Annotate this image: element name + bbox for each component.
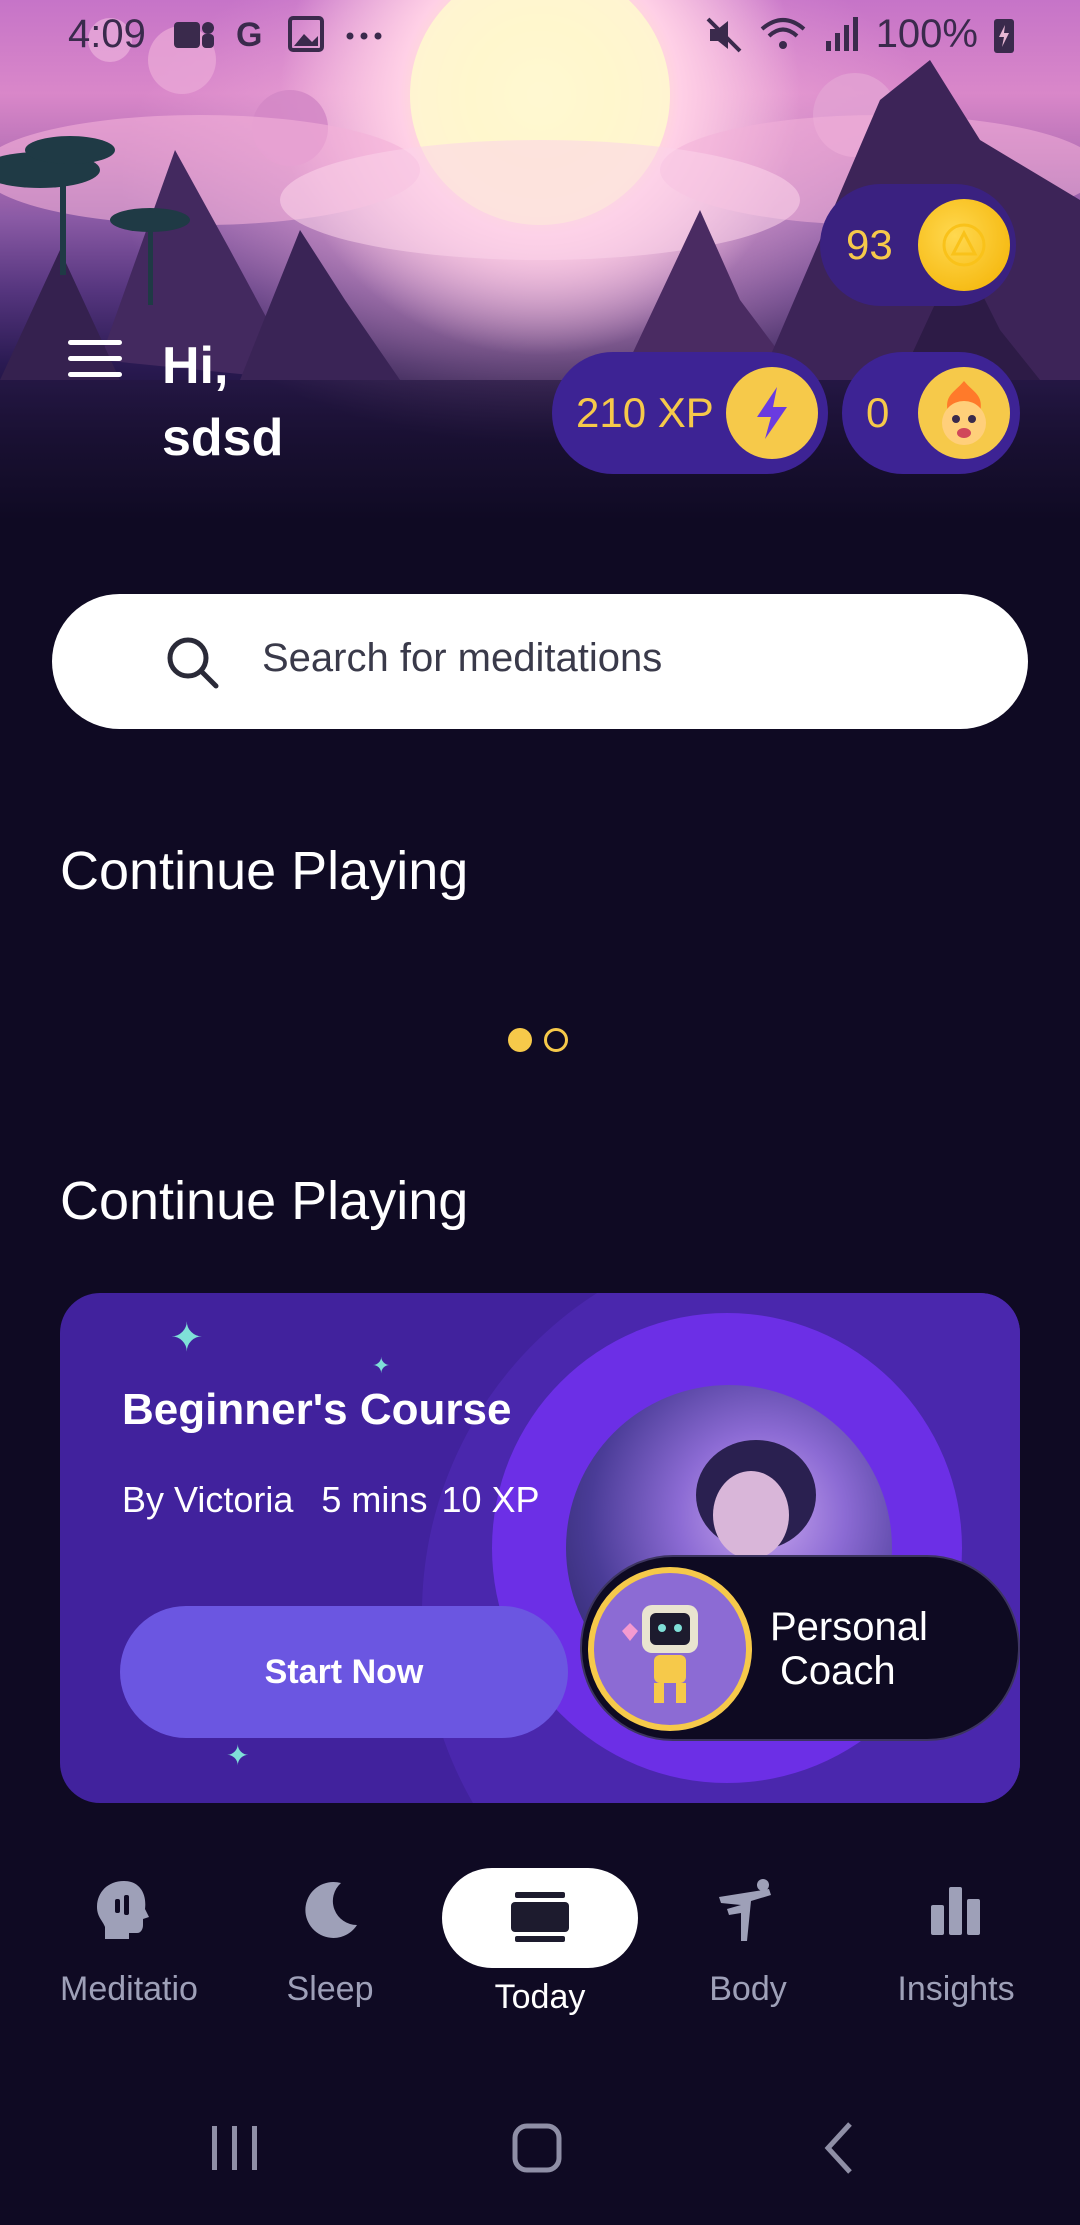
search-icon [167,637,219,689]
hamburger-menu-icon[interactable] [68,340,122,380]
back-icon[interactable] [824,2122,852,2174]
sparkle-icon: ✦ [372,1353,391,1378]
nav-today[interactable]: Today [440,1860,640,2017]
head-icon [97,1881,149,1939]
gallery-icon [288,16,324,52]
nav-meditation[interactable]: Meditatio [24,1860,224,2009]
search-bar[interactable]: Search for meditations [52,594,1028,729]
sparkle-icon: ✦ [170,1316,204,1360]
streak-count: 0 [866,389,890,436]
home-icon[interactable] [512,2123,562,2173]
start-now-button[interactable]: Start Now [120,1606,568,1738]
carousel-dot-active[interactable] [508,1028,532,1052]
bar-chart-icon [931,1887,980,1935]
carousel-dot[interactable] [544,1028,568,1052]
course-meta: By Victoria 5 mins 10 XP [122,1479,540,1521]
notification-icons: G [172,16,386,52]
course-xp: 10 XP [441,1479,540,1520]
system-icons: 100% [704,12,1016,57]
system-navigation-bar [0,2100,1080,2220]
course-duration: 5 mins [321,1479,428,1520]
svg-text:G: G [236,16,262,52]
more-dots-icon [346,32,382,40]
nav-label: Today [494,1978,586,2016]
greeting-hi: Hi, [162,337,229,395]
teams-icon [174,22,214,48]
personal-coach-button[interactable]: Personal Coach [580,1555,1020,1741]
search-input[interactable]: Search for meditations [262,636,662,681]
lightning-icon [726,367,818,459]
stretch-icon [719,1879,771,1941]
greeting-username: sdsd [162,409,284,467]
coins-count: 93 [846,221,893,268]
nav-label: Body [709,1970,787,2008]
mute-icon [706,17,742,52]
xp-pill[interactable]: 210 XP [552,352,828,474]
xp-count: 210 XP [576,389,714,436]
battery-charging-icon [994,18,1014,53]
course-title: Beginner's Course [122,1385,512,1434]
sparkle-icon: ✦ [226,1740,250,1771]
coach-label: Personal Coach [770,1605,928,1693]
nav-label: Meditatio [60,1970,198,2008]
nav-label: Insights [897,1970,1015,2008]
battery-percent: 100% [875,12,978,56]
moon-icon [305,1881,357,1938]
nav-sleep[interactable]: Sleep [230,1860,430,2009]
coach-label-line1: Personal [770,1605,928,1649]
continue-playing-title-2: Continue Playing [60,1171,469,1231]
coin-icon [918,199,1010,291]
today-icon [511,1892,569,1942]
continue-playing-title-1: Continue Playing [60,841,469,901]
coins-pill[interactable]: 93 [820,184,1016,306]
status-time: 4:09 [68,12,146,56]
greeting: Hi, sdsd [162,330,283,474]
recent-apps-icon[interactable] [212,2126,257,2170]
nav-body[interactable]: Body [648,1860,848,2009]
status-bar: 4:09 G 100% [0,0,1080,72]
signal-icon [825,16,858,51]
nav-insights[interactable]: Insights [856,1860,1056,2009]
robot-coach-avatar [588,1567,752,1731]
nav-label: Sleep [286,1970,374,2008]
carousel-dots [508,1028,568,1052]
google-icon: G [236,16,262,52]
fire-face-icon [918,367,1010,459]
coach-label-line2: Coach [780,1649,896,1693]
bottom-navigation: Meditatio Sleep Today Body Insights [0,1860,1080,2040]
course-card[interactable]: ✦ ✦ ✦ Beginner's Course By Victoria 5 mi… [60,1293,1020,1803]
wifi-icon [760,17,805,49]
streak-pill[interactable]: 0 [842,352,1020,474]
course-author: By Victoria [122,1479,294,1520]
